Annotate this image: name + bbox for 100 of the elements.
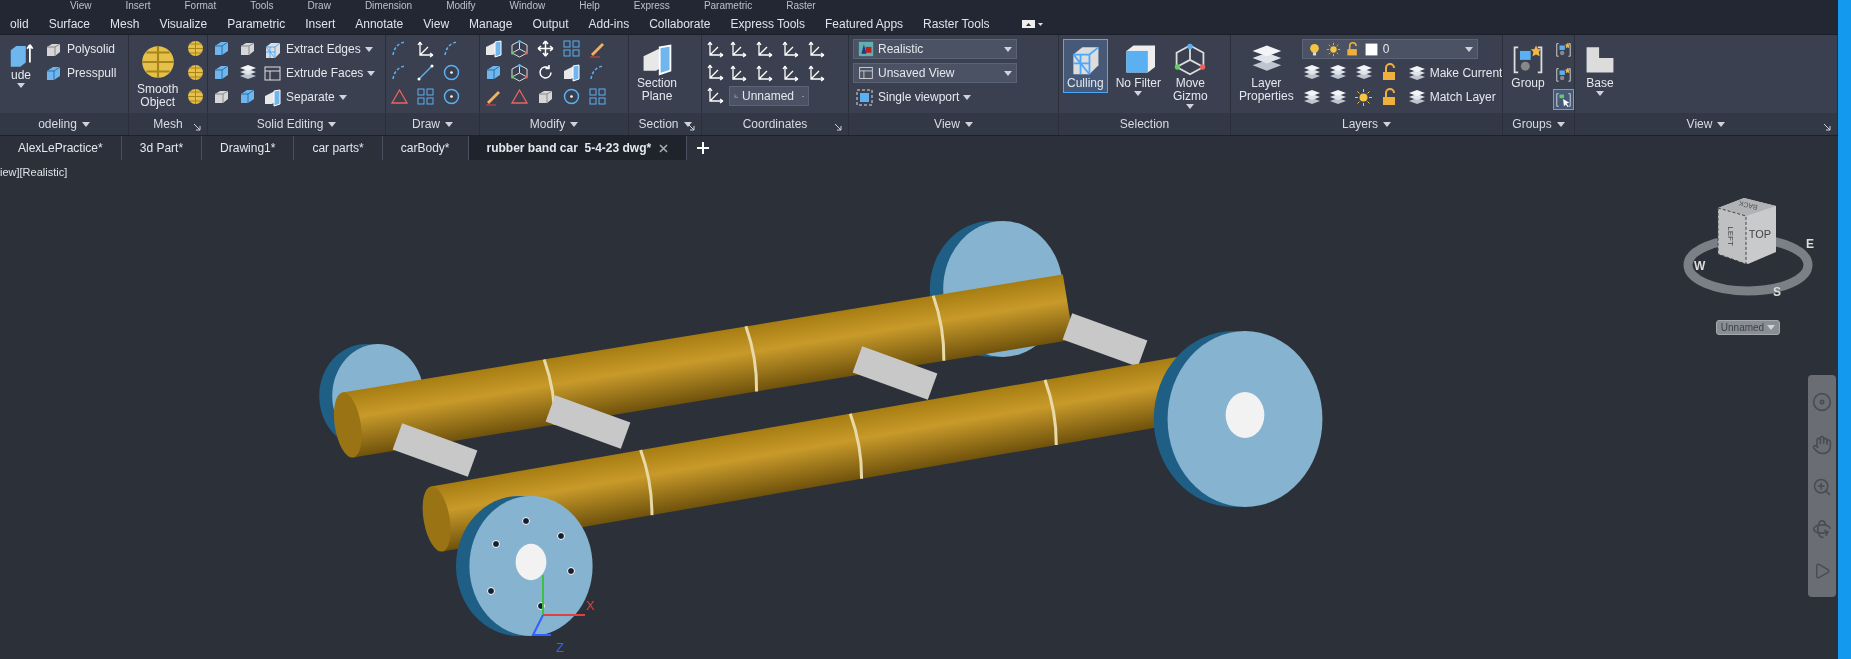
axis-icon[interactable] [729,63,748,82]
panel-title-bar[interactable]: Mesh [129,113,207,135]
panel-title-bar[interactable]: Layers [1231,113,1502,135]
ribbon-tab[interactable]: Featured Apps [815,16,914,31]
plane-icon[interactable] [484,39,503,58]
dropdown-field[interactable]: Unsaved View [853,63,1017,83]
grid-icon[interactable] [562,39,581,58]
panel-title-bar[interactable]: Modify [480,113,628,135]
gizmo-icon[interactable] [510,63,529,82]
ribbon-tool-button[interactable]: Presspull [42,63,119,83]
cube-icon[interactable] [212,63,231,82]
compass-letter[interactable]: E [1806,237,1814,251]
ribbon-button[interactable]: Layer Properties [1235,39,1298,106]
viewport-label[interactable]: iew][Realistic] [0,166,68,178]
layers-icon[interactable] [238,63,257,82]
extrude-box-icon[interactable] [8,42,34,68]
ribbon-tool-button[interactable]: Extrude Faces [261,63,378,83]
cube-icon[interactable] [484,63,503,82]
axis-icon[interactable] [416,39,435,58]
ribbon-tab[interactable]: Output [522,16,579,31]
ribbon-tab[interactable]: Parametric [217,16,296,31]
plus-icon[interactable] [697,142,710,154]
menu-item[interactable]: Modify [446,0,476,13]
ribbon-tool-button[interactable]: Single viewport [853,87,1017,107]
grid-icon[interactable] [416,87,435,106]
dropdown-field[interactable]: Realistic [853,39,1017,59]
menu-item[interactable]: View [70,0,92,13]
ribbon-tab[interactable]: Collaborate [639,16,721,31]
ribbon-tool-button[interactable]: Match Layer [1404,87,1502,107]
cube-face-label[interactable]: LEFT [1726,226,1735,246]
ribbon-tab[interactable]: Annotate [345,16,414,31]
dropdown-field[interactable]: Unnamed [729,86,809,106]
gizmo-icon[interactable] [510,39,529,58]
axis-icon[interactable] [706,39,725,58]
shaded-style-icon[interactable] [858,41,874,57]
sphere-icon[interactable] [186,87,206,106]
menu-item[interactable]: Insert [125,0,151,13]
move-arrows-icon[interactable] [536,39,555,58]
axis-icon[interactable] [755,39,774,58]
ribbon-button[interactable]: Smooth Object [133,39,183,112]
ribbon-button[interactable]: Culling [1063,39,1108,93]
square-swatch-icon[interactable] [1363,41,1379,57]
sun-icon[interactable] [1325,41,1341,57]
axis-icon[interactable] [729,39,748,58]
ribbon-tab[interactable]: Visualize [149,16,218,31]
cube-icon[interactable] [212,39,231,58]
ribbon-tab[interactable]: View [413,16,460,31]
panel-title-bar[interactable]: Section [629,113,701,135]
rotate-icon[interactable] [536,63,555,82]
circle-icon[interactable] [442,63,461,82]
menu-item[interactable]: Dimension [364,0,413,13]
panel-title-bar[interactable]: Coordinates [702,113,848,135]
line-icon[interactable] [416,63,435,82]
panel-toggle-icon[interactable] [1021,18,1044,29]
panel-title-bar[interactable]: View [1575,113,1837,135]
gizmo-icon[interactable] [1173,42,1208,76]
document-tab[interactable]: rubber band car 5-4-23 dwg* [468,136,688,160]
menu-item[interactable]: Help [579,0,600,13]
menu-item[interactable]: Parametric [703,0,753,13]
launcher-arrow-icon[interactable] [688,124,695,131]
menu-item[interactable]: Draw [307,0,331,13]
panel-title-bar[interactable]: Draw [386,113,479,135]
ribbon-tool-button[interactable]: Separate [261,87,378,107]
close-icon[interactable] [659,143,669,153]
views-icon[interactable] [263,63,282,83]
menu-item[interactable]: Window [509,0,546,13]
ribbon-tab[interactable]: Raster Tools [913,16,1000,31]
axis-icon[interactable] [781,63,800,82]
sun-icon[interactable] [1353,87,1373,107]
lock-icon[interactable] [1344,41,1360,57]
ribbon-tab[interactable]: Manage [459,16,523,31]
ribbon-button[interactable]: Group [1507,39,1549,93]
dropdown-field[interactable]: 0 [1301,39,1478,59]
ribbon-tab[interactable]: Add-ins [578,16,640,31]
ribbon-button[interactable]: Move Gizmo [1169,39,1212,112]
ribbon-tab[interactable]: Insert [295,16,346,31]
cube-face-label[interactable]: TOP [1748,228,1772,240]
menu-item[interactable]: Express [633,0,670,13]
axis-icon[interactable] [706,62,725,81]
ribbon-tool-button[interactable]: Extract Edges [261,39,378,59]
panel-title-bar[interactable]: Solid Editing [208,113,385,135]
compass-letter[interactable]: W [1694,259,1706,273]
menu-item[interactable]: Tools [250,0,274,13]
axis-icon[interactable] [807,63,826,82]
sphere-icon[interactable] [186,39,206,58]
cube-icon[interactable] [238,87,257,106]
views-icon[interactable] [858,65,874,81]
triangle-icon[interactable] [510,87,529,106]
panel-title-bar[interactable]: View [849,113,1058,135]
ribbon-button[interactable]: ude [4,39,38,91]
axis-icon[interactable] [755,63,774,82]
circle-icon[interactable] [562,87,581,106]
ribbon-tab[interactable]: olid [0,16,39,31]
ribbon-tab[interactable]: Mesh [100,16,150,31]
axis-icon[interactable] [706,85,725,104]
launcher-arrow-icon[interactable] [835,124,842,131]
plane-icon[interactable] [263,87,282,107]
panel-title-bar[interactable]: Selection [1059,113,1230,135]
ribbon-tool-button[interactable]: Make Current [1404,63,1502,83]
panel-title-bar[interactable]: odeling [0,113,128,135]
